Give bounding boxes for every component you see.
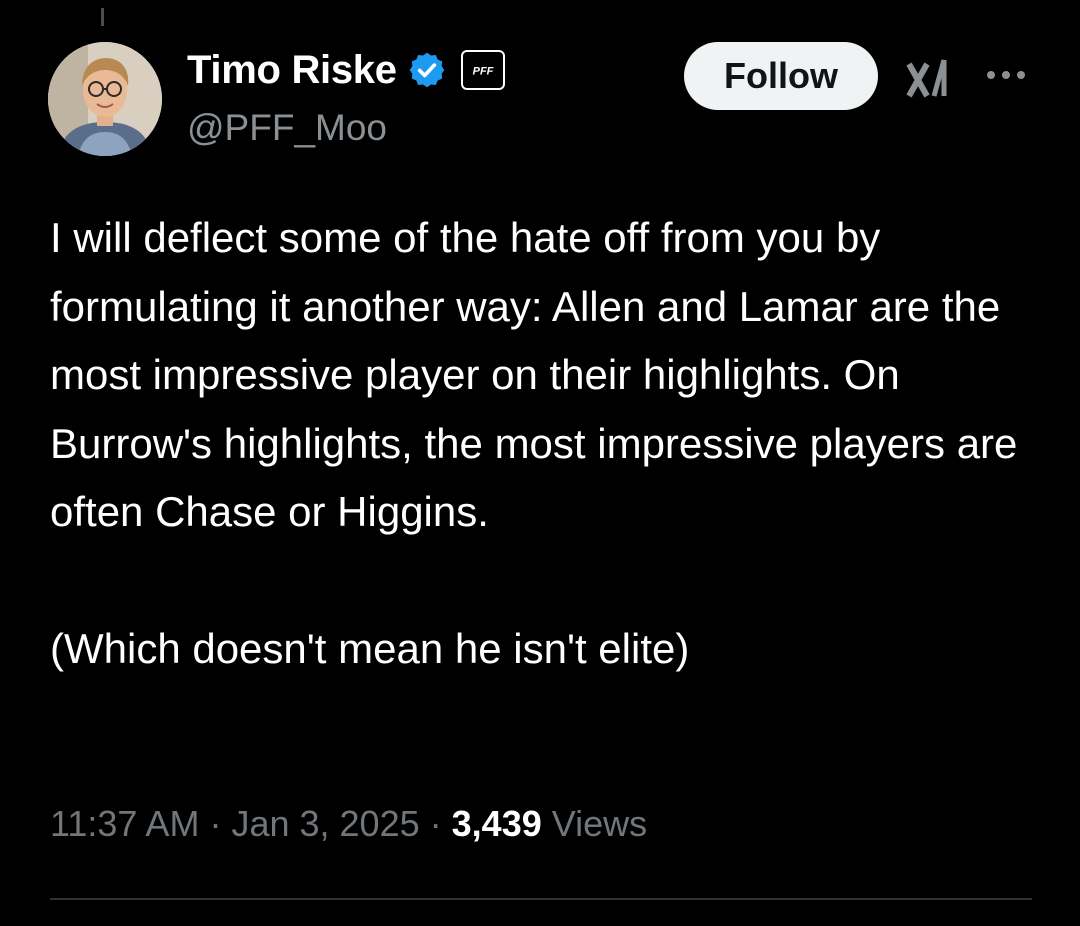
verified-badge-icon[interactable] (407, 50, 447, 90)
avatar[interactable] (48, 42, 162, 156)
pff-logo-text: PFF (472, 66, 493, 78)
grok-icon[interactable] (904, 56, 954, 100)
meta-separator: · (429, 803, 442, 844)
more-options-icon[interactable] (984, 68, 1028, 82)
tweet-date[interactable]: Jan 3, 2025 (231, 803, 419, 844)
tweet-detail: Timo Riske PFF @PFF_Moo Follow I will de… (0, 0, 1080, 926)
avatar-image (48, 42, 162, 156)
views-label: Views (551, 803, 648, 844)
pff-logo-icon: PFF (472, 66, 493, 78)
affiliate-badge-icon[interactable]: PFF (460, 50, 505, 90)
thread-connector-line (101, 8, 104, 26)
divider (50, 898, 1032, 900)
author-handle[interactable]: @PFF_Moo (187, 104, 387, 152)
author-info: Timo Riske PFF (187, 46, 505, 94)
meta-separator: · (209, 803, 222, 844)
tweet-time[interactable]: 11:37 AM (50, 803, 199, 844)
views-count[interactable]: 3,439 (452, 803, 542, 844)
author-display-name[interactable]: Timo Riske (187, 46, 397, 94)
tweet-meta: 11:37 AM · Jan 3, 2025 · 3,439 Views (50, 800, 647, 848)
follow-button[interactable]: Follow (684, 42, 878, 110)
tweet-text: I will deflect some of the hate off from… (50, 214, 1018, 672)
